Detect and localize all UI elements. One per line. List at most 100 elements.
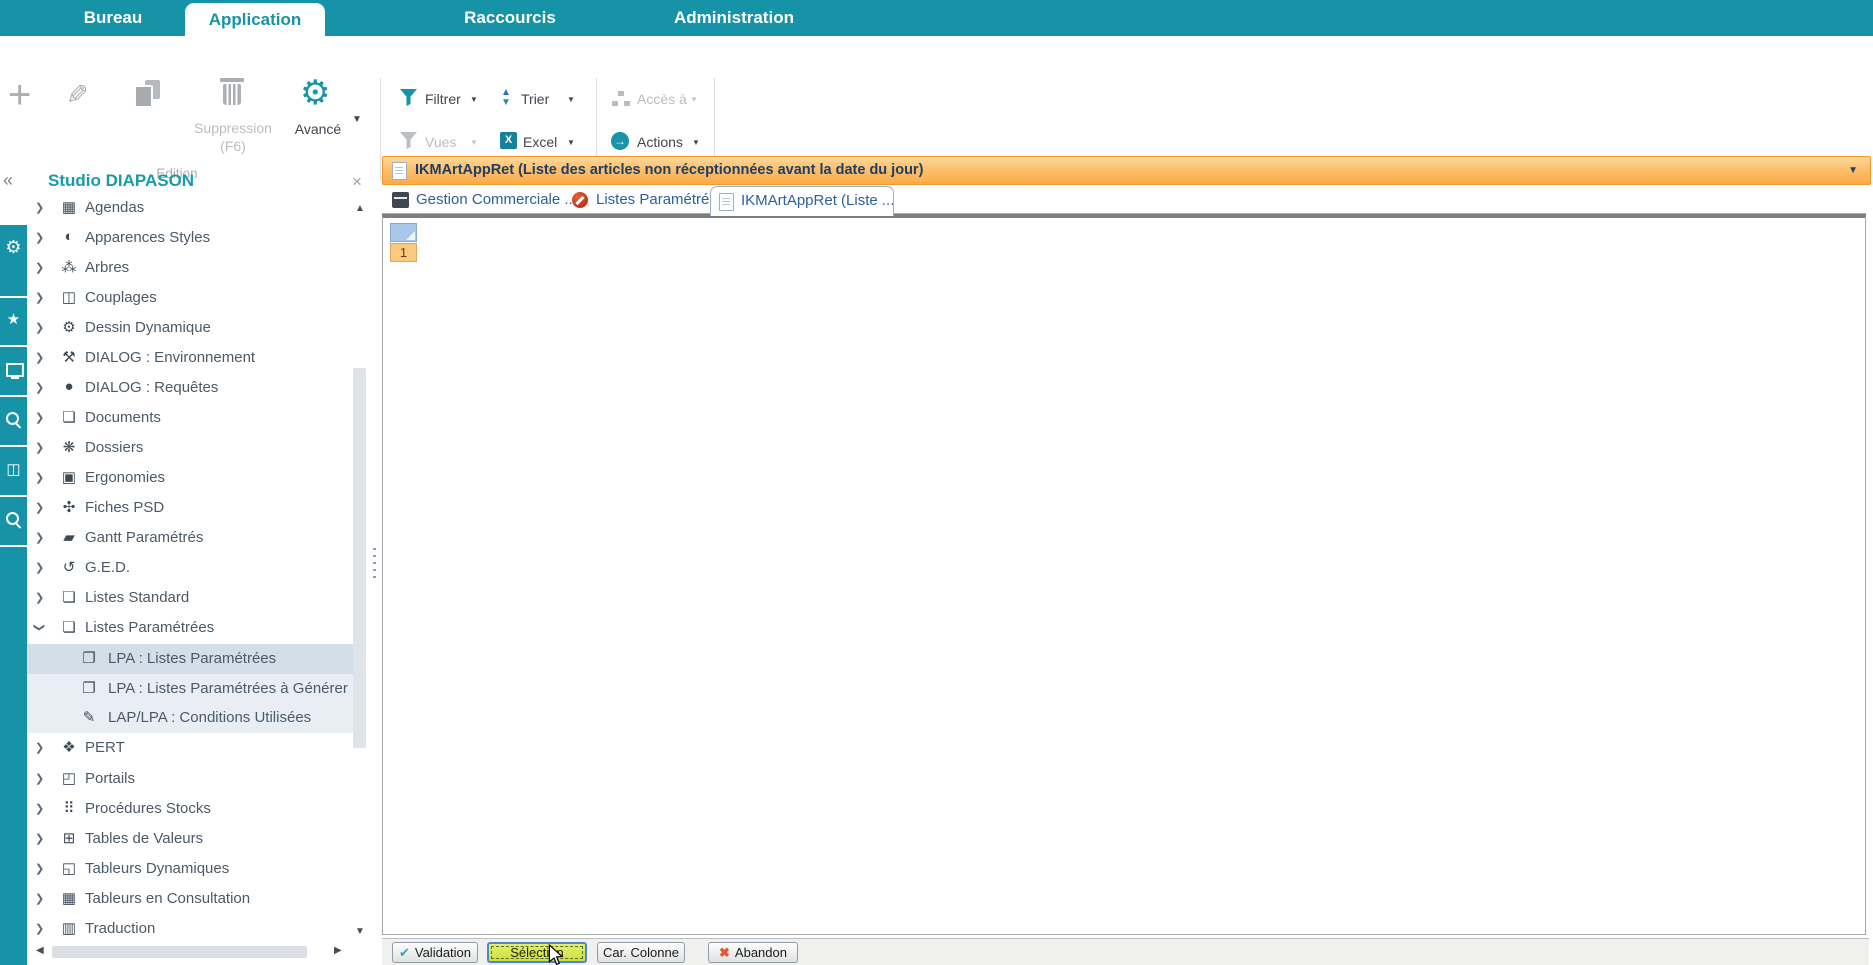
monitor-icon[interactable]	[6, 363, 24, 377]
tree-item-gantt-parametres[interactable]: ❯▰Gantt Paramétrés	[27, 523, 353, 553]
chevron-right-icon[interactable]: ❯	[35, 411, 44, 424]
tree-item-listes-parametrees[interactable]: ❯❏Listes Paramétrées	[27, 613, 353, 643]
tree-scroll-up-icon[interactable]: ▲	[355, 203, 365, 214]
tree-item-portails[interactable]: ❯◰Portails	[27, 764, 353, 794]
tree-item-arbres[interactable]: ❯⁂Arbres	[27, 253, 353, 283]
tree-item-fiches-psd[interactable]: ❯✣Fiches PSD	[27, 493, 353, 523]
search-icon[interactable]	[6, 412, 19, 425]
tree-item-ged[interactable]: ❯↺G.E.D.	[27, 553, 353, 583]
chevron-right-icon[interactable]: ❯	[35, 351, 44, 364]
delete-sublabel: (F6)	[173, 138, 293, 154]
filter-icon[interactable]	[400, 89, 417, 106]
excel-caret-icon[interactable]: ▼	[567, 138, 575, 147]
blocked-icon	[572, 192, 588, 208]
tree-item-tableurs-dynamiques[interactable]: ❯◱Tableurs Dynamiques	[27, 854, 353, 884]
tree-item-lap-lpa-conditions[interactable]: ✎LAP/LPA : Conditions Utilisées	[27, 703, 353, 733]
filter-caret-icon[interactable]: ▼	[470, 95, 478, 104]
tree-item-pert[interactable]: ❯❖PERT	[27, 733, 353, 763]
tab-gestion-commerciale[interactable]: Gestion Commerciale ...	[386, 186, 562, 214]
filter-label[interactable]: Filtrer	[425, 91, 461, 107]
actions-icon[interactable]: →	[611, 132, 629, 150]
excel-label[interactable]: Excel	[523, 134, 557, 150]
chevron-right-icon[interactable]: ❯	[35, 321, 44, 334]
chevron-right-icon[interactable]: ❯	[35, 922, 44, 935]
validation-button[interactable]: ✔Validation	[392, 942, 478, 963]
tree-item-lpa-listes-parametrees[interactable]: ❐LPA : Listes Paramétrées	[27, 644, 353, 674]
chevron-right-icon[interactable]: ❯	[35, 471, 44, 484]
excel-icon[interactable]: X	[500, 132, 517, 149]
chevron-right-icon[interactable]: ❯	[35, 231, 44, 244]
chevron-right-icon[interactable]: ❯	[35, 892, 44, 905]
sort-icon[interactable]: ▲▼	[501, 88, 514, 108]
tree-item-couplages[interactable]: ❯◫Couplages	[27, 283, 353, 313]
tree-item-tables-de-valeurs[interactable]: ❯⊞Tables de Valeurs	[27, 824, 353, 854]
add-icon: +	[8, 80, 31, 110]
tree-item-dossiers[interactable]: ❯❋Dossiers	[27, 433, 353, 463]
menu-bureau[interactable]: Bureau	[63, 0, 163, 36]
menu-raccourcis[interactable]: Raccourcis	[448, 0, 572, 36]
tree-item-label: Tableurs en Consultation	[85, 890, 250, 907]
sort-caret-icon[interactable]: ▼	[567, 95, 575, 104]
split-view-icon[interactable]: ◫	[0, 460, 27, 478]
tree-item-listes-standard[interactable]: ❯❏Listes Standard	[27, 583, 353, 613]
tree-item-lpa-listes-a-generer[interactable]: ❐LPA : Listes Paramétrées à Générer	[27, 674, 353, 704]
tree-scroll-left-icon[interactable]: ◀	[36, 945, 44, 956]
tree-scroll-right-icon[interactable]: ▶	[334, 945, 342, 956]
tree-item-documents[interactable]: ❯❏Documents	[27, 403, 353, 433]
advanced-label[interactable]: Avancé	[280, 121, 356, 137]
edit-button: ✎	[66, 80, 96, 114]
car-colonne-button[interactable]: Car. Colonne	[597, 942, 685, 963]
chevron-right-icon[interactable]: ❯	[35, 381, 44, 394]
tree-item-dialog-requetes[interactable]: ❯●DIALOG : Requêtes	[27, 373, 353, 403]
tree-item-procedures-stocks[interactable]: ❯⠿Procédures Stocks	[27, 794, 353, 824]
tree-item-dialog-environnement[interactable]: ❯⚒DIALOG : Environnement	[27, 343, 353, 373]
grid-row-header[interactable]: 1	[390, 243, 417, 262]
abandon-button[interactable]: ✖Abandon	[708, 942, 798, 963]
sort-label[interactable]: Trier	[521, 91, 549, 107]
tree-icon: ⁂	[59, 258, 79, 276]
chevron-right-icon[interactable]: ❯	[35, 261, 44, 274]
grid-select-all-corner[interactable]	[390, 223, 417, 242]
tree-item-ergonomies[interactable]: ❯▣Ergonomies	[27, 463, 353, 493]
tree-item-apparences-styles[interactable]: ❯◐Apparences Styles	[27, 223, 353, 253]
actions-caret-icon[interactable]: ▼	[692, 138, 700, 147]
menu-administration[interactable]: Administration	[650, 0, 818, 36]
search-document-icon[interactable]	[6, 512, 19, 525]
chevron-right-icon[interactable]: ❯	[35, 772, 44, 785]
chevron-right-icon[interactable]: ❯	[35, 501, 44, 514]
chevron-right-icon[interactable]: ❯	[35, 862, 44, 875]
chevron-right-icon[interactable]: ❯	[35, 832, 44, 845]
document-banner[interactable]: IKMArtAppRet (Liste des articles non réc…	[382, 156, 1871, 185]
chevron-right-icon[interactable]: ❯	[35, 741, 44, 754]
menubar: Bureau Application Raccourcis Administratio…	[0, 0, 1873, 36]
tree-scroll-down-icon[interactable]: ▼	[355, 926, 365, 937]
tree-item-agendas[interactable]: ❯▦Agendas	[27, 196, 353, 223]
advanced-caret-icon[interactable]: ▼	[352, 114, 362, 125]
chevron-right-icon[interactable]: ❯	[35, 441, 44, 454]
gear-icon[interactable]: ⚙	[0, 237, 27, 258]
banner-dropdown-icon[interactable]: ▼	[1848, 165, 1858, 176]
star-icon[interactable]: ★	[0, 310, 27, 328]
sidebar-splitter[interactable]	[373, 548, 376, 580]
tree-item-tableurs-en-consultation[interactable]: ❯▦Tableurs en Consultation	[27, 884, 353, 914]
sidebar-close-icon[interactable]: ×	[352, 172, 362, 192]
chevron-right-icon[interactable]: ❯	[35, 561, 44, 574]
tab-label: Gestion Commerciale ...	[416, 191, 577, 208]
actions-label[interactable]: Actions	[637, 134, 683, 150]
chevron-down-icon[interactable]: ❯	[33, 623, 46, 632]
document-content[interactable]: 1	[382, 214, 1866, 935]
chevron-right-icon[interactable]: ❯	[35, 591, 44, 604]
tree-item-traduction[interactable]: ❯▥Traduction	[27, 914, 353, 944]
menu-application[interactable]: Application	[185, 3, 325, 39]
sidebar-collapse-icon[interactable]: «	[3, 170, 13, 191]
chevron-right-icon[interactable]: ❯	[35, 291, 44, 304]
tab-ikmartappret-liste[interactable]: IKMArtAppRet (Liste ...	[710, 186, 894, 216]
se-lection-button[interactable]: Sélection	[487, 942, 587, 963]
chevron-right-icon[interactable]: ❯	[35, 201, 44, 214]
chevron-right-icon[interactable]: ❯	[35, 531, 44, 544]
tab-listes-parame-tre-es[interactable]: Listes Paramétrées	[566, 186, 706, 214]
chevron-right-icon[interactable]: ❯	[35, 802, 44, 815]
tree-scrollbar-thumb[interactable]	[353, 368, 366, 748]
tree-hscrollbar-thumb[interactable]	[52, 946, 307, 958]
tree-item-dessin-dynamique[interactable]: ❯⚙Dessin Dynamique	[27, 313, 353, 343]
